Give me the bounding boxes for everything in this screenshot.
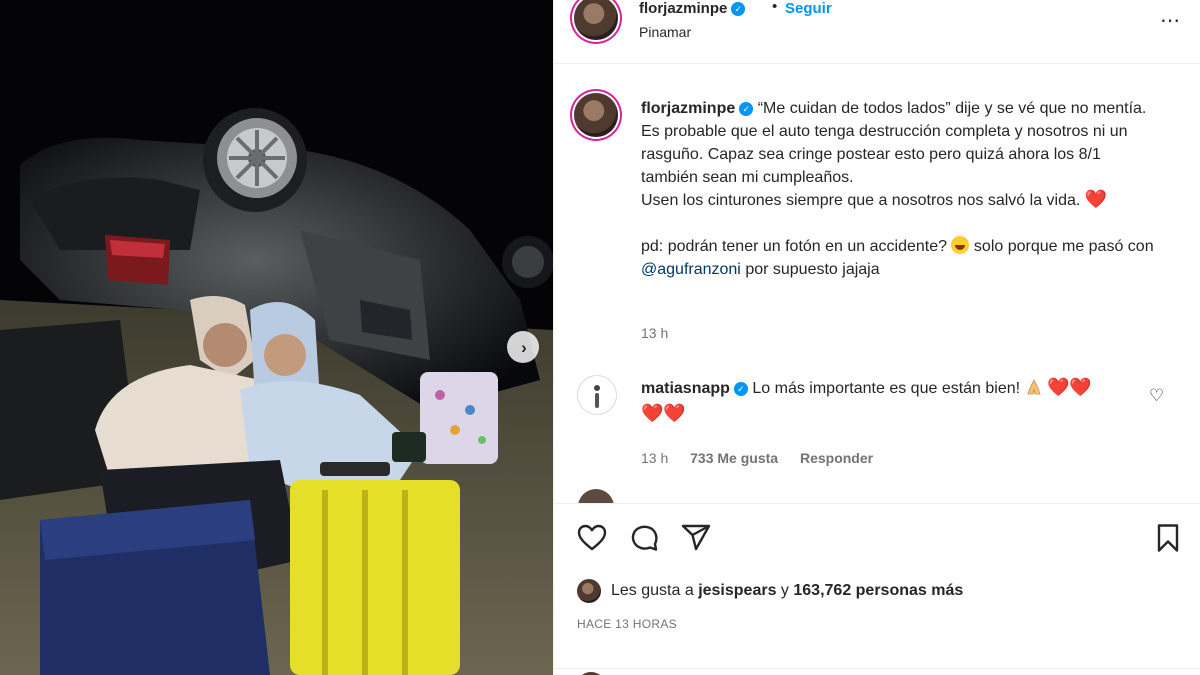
author-username-text[interactable]: florjazminpe <box>639 0 727 17</box>
commenter-avatar[interactable] <box>577 375 617 415</box>
caption-line-1: “Me cuidan de todos lados” dije y se vé … <box>757 100 1147 117</box>
likes-joiner: y <box>780 582 789 599</box>
comment-text: Lo más importante es que están bien! <box>752 380 1021 397</box>
post-caption: florjazminpe ✓ “Me cuidan de todos lados”… <box>641 97 1161 281</box>
comment-meta: 13 h 733 Me gusta Responder <box>641 450 891 466</box>
next-commenter-avatar[interactable] <box>578 489 614 503</box>
author-avatar[interactable] <box>574 0 618 40</box>
post-location[interactable]: Pinamar <box>639 24 691 40</box>
post-image <box>0 0 553 675</box>
comment-likes-count[interactable]: 733 Me gusta <box>690 450 778 466</box>
follow-button[interactable]: Seguir <box>785 0 832 17</box>
verified-badge-icon: ✓ <box>739 102 754 116</box>
caption-timestamp[interactable]: 13 h <box>641 325 668 341</box>
next-photo-button[interactable]: › <box>507 331 539 363</box>
heart-icon[interactable] <box>576 522 608 554</box>
liker-avatar[interactable] <box>577 579 601 603</box>
red-hearts-icon: ❤️❤️ <box>1047 377 1092 397</box>
post-photo: › <box>0 0 553 675</box>
comment-like-heart-icon[interactable]: ♡ <box>1149 386 1164 406</box>
verified-badge-icon: ✓ <box>731 2 746 16</box>
likes-summary: Les gusta a jesispears y 163,762 persona… <box>577 578 963 604</box>
commenter-username[interactable]: matiasnapp <box>641 380 730 397</box>
post-details-panel: florjazminpe ✓ • Seguir Pinamar ⋯ florjaz… <box>553 0 1200 675</box>
reply-button[interactable]: Responder <box>800 450 873 466</box>
more-horizontal-icon[interactable]: ⋯ <box>1160 8 1181 33</box>
caption-line-3: Usen los cinturones siempre que a nosotr… <box>641 192 1081 209</box>
caption-line-2: Es probable que el auto tenga destrucció… <box>641 123 1128 186</box>
separator-dot: • <box>772 0 778 15</box>
likes-count[interactable]: 163,762 personas más <box>793 582 963 599</box>
likes-text[interactable]: Les gusta a jesispears y 163,762 persona… <box>611 582 963 600</box>
chevron-right-icon: › <box>521 337 527 357</box>
laughing-emoji-icon <box>951 236 970 254</box>
caption-line-4-end: por supuesto jajaja <box>745 261 880 278</box>
comments-section[interactable]: florjazminpe ✓ “Me cuidan de todos lados”… <box>554 65 1200 503</box>
liker-username[interactable]: jesispears <box>698 582 776 599</box>
posted-time[interactable]: HACE 13 HORAS <box>577 617 677 631</box>
praying-hands-icon <box>1026 379 1041 395</box>
mention-link[interactable]: @agufranzoni <box>641 261 741 278</box>
comment-timestamp[interactable]: 13 h <box>641 450 668 466</box>
comment-icon[interactable] <box>628 522 660 554</box>
caption-line-4-mid: solo porque me pasó con <box>973 238 1154 255</box>
share-icon[interactable] <box>680 522 712 554</box>
red-hearts-icon-2: ❤️❤️ <box>641 403 686 423</box>
caption-username[interactable]: florjazminpe <box>641 100 735 117</box>
author-username[interactable]: florjazminpe ✓ <box>639 0 746 17</box>
post-header: florjazminpe ✓ • Seguir Pinamar ⋯ <box>554 0 1200 64</box>
comment-text-block: matiasnapp ✓ Lo más importante es que est… <box>641 376 1161 428</box>
caption-author-avatar[interactable] <box>574 93 618 137</box>
likes-prefix: Les gusta a <box>611 582 694 599</box>
post-actions: Les gusta a jesispears y 163,762 persona… <box>554 503 1200 675</box>
caption-line-4-start: pd: podrán tener un fotón en un accident… <box>641 238 948 255</box>
red-heart-icon: ❤️ <box>1084 189 1108 209</box>
verified-badge-icon: ✓ <box>733 382 748 396</box>
divider <box>554 668 1200 669</box>
bookmark-icon[interactable] <box>1152 522 1184 554</box>
